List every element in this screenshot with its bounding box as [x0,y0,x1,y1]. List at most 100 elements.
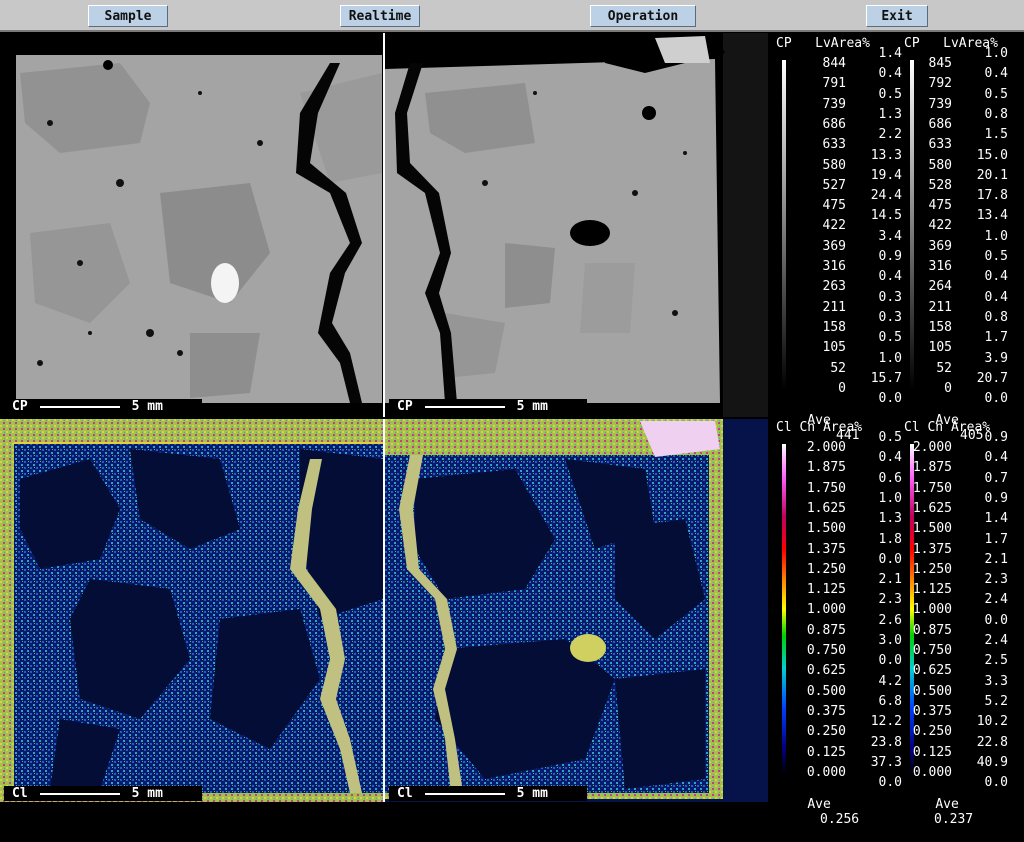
legend-level: 1.500 [806,521,846,537]
legend-area: 0.4 [878,450,902,466]
legend-level: 2.000 [806,440,846,455]
legend-level: 1.250 [912,561,952,577]
legend-average: Ave 0.237 [904,782,973,842]
legend-level: 0.375 [806,703,846,719]
scale-text: 5 mm [131,786,163,801]
legend-level: 475 [928,198,952,214]
legend-level: 0.625 [912,663,952,679]
scale-bar-cl-right: Cl 5 mm [389,786,587,801]
panel-label: Cl [12,786,28,801]
legend-area: 10.2 [976,714,1008,730]
legend-area: 0.0 [984,391,1008,407]
legend-header: Cl Cn Area% [776,420,863,435]
legend-area: 20.1 [976,167,1008,183]
operation-button[interactable]: Operation [590,5,696,27]
legend-level: 0.250 [806,724,846,740]
legend-level: 0.500 [806,683,846,699]
legend-area: 0.0 [984,612,1008,628]
legend-area: 1.7 [984,531,1008,547]
legend-area: 22.8 [976,734,1008,750]
legend-area: 0.7 [984,470,1008,486]
legend-area: 15.0 [976,147,1008,163]
legend-level: 0.000 [806,764,846,780]
legend-area: 0.8 [984,106,1008,122]
legend-area: 0.4 [984,66,1008,82]
legend-area: 2.3 [878,592,902,608]
legend-level: 158 [822,319,846,335]
legend-area: 2.1 [984,551,1008,567]
legend-area: 0.0 [878,551,902,567]
legend-area: 2.4 [984,633,1008,648]
legend-level: 369 [928,238,952,254]
cp-map-left-image [0,33,383,417]
legend-area: 15.7 [870,370,902,386]
legend-area: 2.6 [878,612,902,628]
legend-level: 1.125 [912,582,952,598]
scale-text: 5 mm [516,786,548,801]
legend-area: 0.4 [984,289,1008,305]
sample-button[interactable]: Sample [88,5,168,27]
legend-area: 40.9 [976,754,1008,770]
legend-area: 0.5 [878,430,902,445]
legend-level: 316 [928,259,952,274]
legend-area: 23.8 [870,734,902,750]
legend-level: 52 [830,360,846,376]
legend-level: 633 [822,137,846,153]
legend-level: 580 [822,157,846,173]
legend-level: 528 [928,177,952,193]
legend-level: 739 [928,96,952,112]
legend-area: 17.8 [976,188,1008,204]
legend-level: 1.500 [912,521,952,537]
scale-bar-cp-left: CP 5 mm [4,399,202,414]
legend-cp-left: CP LvArea% 844 1.4 791 0.4 739 0.5 686 1.3 633 2.… [776,36,902,443]
legend-area: 0.3 [878,309,902,325]
legend-area: 1.3 [878,106,902,122]
legend-level: 1.000 [912,602,952,618]
exit-button[interactable]: Exit [866,5,928,27]
legend-area: 0.0 [878,391,902,407]
legend-area: 0.3 [878,289,902,305]
legend-area: 0.6 [878,470,902,486]
legend-level: 1.875 [806,460,846,476]
legend-area: 1.4 [878,46,902,61]
legend-average: Ave 0.256 [776,782,859,842]
cl-map-left-image [0,419,383,802]
legend-level: 105 [822,340,846,356]
legend-level: 0 [838,380,846,396]
legend-area: 20.7 [976,370,1008,386]
legend-level: 0.625 [806,663,846,679]
scale-line [424,792,505,795]
legend-level: 0.125 [806,744,846,760]
legend-level: 2.000 [912,440,952,455]
legend-level: 845 [928,56,952,71]
legend-area: 1.8 [878,531,902,547]
panel-divider-horizontal [0,417,768,419]
legend-area: 3.4 [878,228,902,244]
legend-level: 686 [928,116,952,132]
cp-map-right: CP 5 mm [385,33,768,417]
scale-line [424,405,505,408]
scale-text: 5 mm [516,399,548,414]
legend-level: 1.625 [806,500,846,516]
legend-area: 12.2 [870,714,902,730]
legend-area: 0.4 [984,450,1008,466]
legend-level: 369 [822,238,846,254]
legend-area: 0.5 [878,86,902,102]
legend-level: 0.750 [912,643,952,658]
cl-map-right: Cl 5 mm [385,419,768,802]
legend-level: 158 [928,319,952,335]
legend-area: 3.3 [984,673,1008,689]
legend-area: 0.5 [984,86,1008,102]
legend-area: 37.3 [870,754,902,770]
realtime-button[interactable]: Realtime [340,5,420,27]
legend-level: 580 [928,157,952,173]
legend-level: 1.750 [912,480,952,496]
legend-area: 2.4 [984,592,1008,608]
legend-cl-right: Cl Cn Area% 2.000 0.9 1.875 0.4 1.750 0.7 1.62… [904,420,1008,827]
legend-level: 0.000 [912,764,952,780]
legend-level: 263 [822,279,846,295]
legend-level: 1.750 [806,480,846,496]
scale-text: 5 mm [131,399,163,414]
legend-area: 3.0 [878,633,902,648]
toolbar: Sample Realtime Operation Exit [0,0,1024,32]
